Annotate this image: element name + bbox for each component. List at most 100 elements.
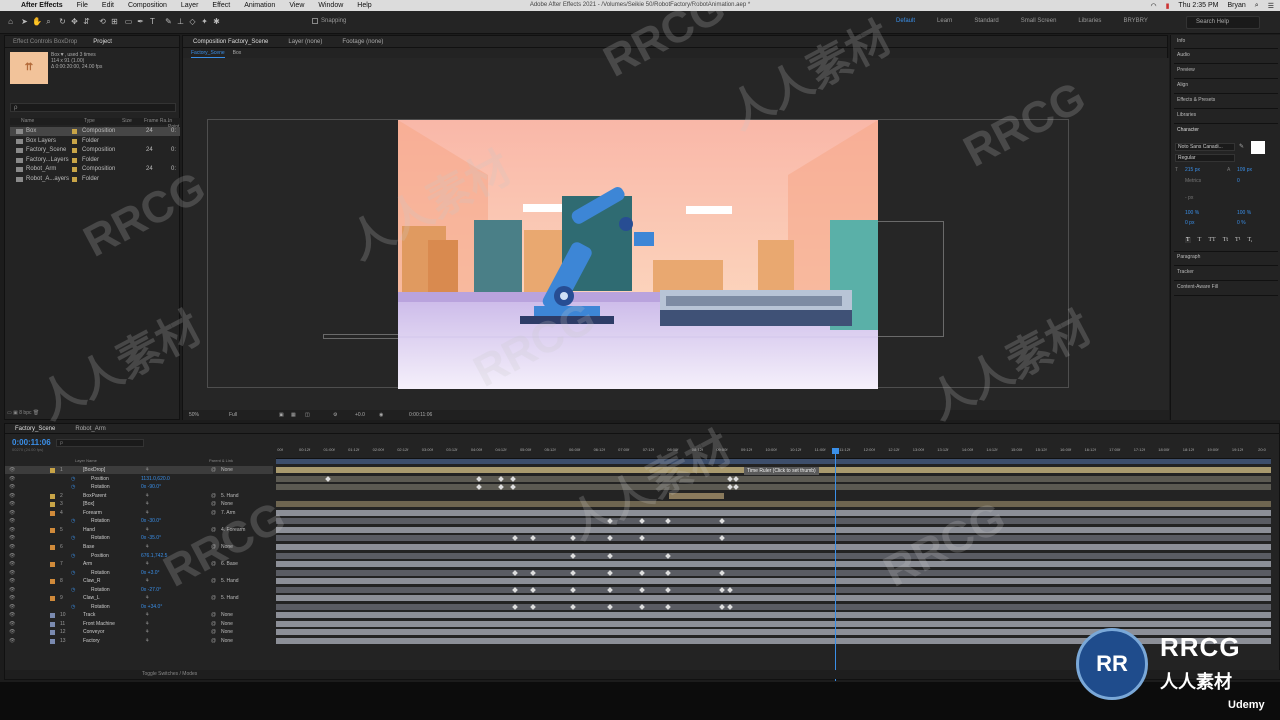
stopwatch-icon[interactable]: ◷ (71, 552, 75, 560)
dolly-tool-icon[interactable]: ⇵ (82, 17, 91, 27)
visibility-icon[interactable]: 👁 (9, 603, 15, 611)
parent-select[interactable]: None (221, 466, 233, 474)
track-row[interactable] (276, 517, 1271, 525)
shy-switch-icon[interactable]: ⚘ (145, 500, 149, 508)
workspace-brybry[interactable]: BRYBRY (1123, 18, 1147, 24)
parent-select[interactable]: None (221, 611, 233, 619)
property-value[interactable]: 0x -35.0° (141, 534, 161, 542)
property-row[interactable]: 👁 ◷ Rotation 0x +3.0° (5, 569, 273, 577)
shy-switch-icon[interactable]: ⚘ (145, 509, 149, 517)
grid-icon[interactable]: ▦ (291, 410, 296, 420)
layer-name[interactable]: Factory (83, 637, 100, 645)
tracking-value[interactable]: 0 (1237, 178, 1240, 184)
layer-name[interactable]: Conveyor (83, 628, 104, 636)
track-row[interactable] (276, 483, 1271, 491)
project-item[interactable]: Robot_A...ayers Folder (10, 175, 180, 184)
vscale-value[interactable]: 100 % (1185, 210, 1199, 216)
spotlight-icon[interactable]: ⌕ (1255, 2, 1259, 10)
bpc-label[interactable]: 8 bpc (19, 410, 31, 416)
factory-scene-artwork[interactable] (398, 120, 878, 389)
panel-libraries[interactable]: Libraries (1177, 112, 1196, 118)
comp-stage[interactable] (183, 58, 1169, 410)
layer-duration-bar[interactable] (276, 475, 1271, 482)
visibility-icon[interactable]: 👁 (9, 620, 15, 628)
layer-label-color[interactable] (50, 510, 55, 516)
parent-pickwhip-icon[interactable]: @ (211, 611, 216, 619)
user-name[interactable]: Bryan (1228, 2, 1246, 9)
roto-tool-icon[interactable]: ✦ (200, 17, 209, 27)
parent-pickwhip-icon[interactable]: @ (211, 560, 216, 568)
panel-info[interactable]: Info (1177, 38, 1185, 44)
visibility-icon[interactable]: 👁 (9, 560, 15, 568)
parent-pickwhip-icon[interactable]: @ (211, 492, 216, 500)
shy-switch-icon[interactable]: ⚘ (145, 543, 149, 551)
track-row[interactable] (276, 569, 1271, 577)
shy-switch-icon[interactable]: ⚘ (145, 466, 149, 474)
visibility-icon[interactable]: 👁 (9, 628, 15, 636)
hand-tool-icon[interactable]: ✋ (32, 17, 42, 27)
layer-duration-bar[interactable] (276, 509, 1271, 516)
search-help-input[interactable]: Search Help (1186, 16, 1260, 29)
workspace-learn[interactable]: Learn (937, 18, 952, 24)
new-comp-icon[interactable]: ▣ (13, 410, 18, 416)
visibility-icon[interactable]: 👁 (9, 552, 15, 560)
layer-row[interactable]: 👁 9 Claw_L ⚘ @5. Hand (5, 594, 273, 602)
property-row[interactable]: 👁 ◷ Position 676.1,742.5 (5, 552, 273, 560)
track-row[interactable] (276, 475, 1271, 483)
parent-pickwhip-icon[interactable]: @ (211, 628, 216, 636)
menu-view[interactable]: View (282, 2, 311, 9)
panel-effects-presets[interactable]: Effects & Presets (1177, 97, 1215, 103)
visibility-icon[interactable]: 👁 (9, 543, 15, 551)
panel-character[interactable]: Character (1177, 127, 1199, 133)
layer-duration-bar[interactable] (669, 492, 724, 499)
current-timecode[interactable]: 0:00:11:06 (12, 438, 51, 447)
panel-paragraph[interactable]: Paragraph (1177, 254, 1200, 260)
layer-label-color[interactable] (50, 562, 55, 568)
parent-pickwhip-icon[interactable]: @ (211, 466, 216, 474)
visibility-icon[interactable]: 👁 (9, 594, 15, 602)
layer-row[interactable]: 👁 5 Hand ⚘ @4. Forearm (5, 526, 273, 534)
parent-select[interactable]: None (221, 500, 233, 508)
col-layer-name[interactable]: Layer Name (75, 457, 97, 465)
layer-duration-bar[interactable] (276, 578, 1271, 585)
faux-italic-button[interactable]: T (1198, 237, 1202, 243)
visibility-icon[interactable]: 👁 (9, 492, 15, 500)
shy-switch-icon[interactable]: ⚘ (145, 637, 149, 645)
shy-switch-icon[interactable]: ⚘ (145, 492, 149, 500)
property-value[interactable]: 0x -90.0° (141, 483, 161, 491)
parent-pickwhip-icon[interactable]: @ (211, 526, 216, 534)
visibility-icon[interactable]: 👁 (9, 475, 15, 483)
layer-duration-bar[interactable] (276, 561, 1271, 568)
layer-name[interactable]: Claw_L (83, 594, 100, 602)
panel-preview[interactable]: Preview (1177, 67, 1195, 73)
layer-duration-bar[interactable] (276, 535, 1271, 542)
parent-pickwhip-icon[interactable]: @ (211, 620, 216, 628)
all-caps-button[interactable]: TT (1208, 237, 1215, 243)
leading-value[interactable]: 109 px (1237, 167, 1252, 173)
layer-duration-bar[interactable] (276, 620, 1271, 627)
puppet-tool-icon[interactable]: ✱ (212, 17, 221, 27)
menu-effect[interactable]: Effect (205, 2, 237, 9)
tab-effect-controls[interactable]: Effect Controls BoxDrop (5, 36, 85, 47)
exposure-value[interactable]: +0.0 (355, 410, 365, 420)
col-parent[interactable]: Parent & Link (209, 457, 233, 465)
layer-name[interactable]: Arm (83, 560, 92, 568)
region-icon[interactable]: ▣ (279, 410, 284, 420)
parent-pickwhip-icon[interactable]: @ (211, 594, 216, 602)
layer-search-input[interactable]: ρ (56, 439, 144, 447)
shy-switch-icon[interactable]: ⚘ (145, 620, 149, 628)
menu-list-icon[interactable]: ☰ (1268, 2, 1274, 10)
parent-pickwhip-icon[interactable]: @ (211, 577, 216, 585)
layer-duration-bar[interactable] (276, 501, 1271, 508)
property-value[interactable]: 676.1,742.5 (141, 552, 167, 560)
visibility-icon[interactable]: 👁 (9, 517, 15, 525)
menu-file[interactable]: File (70, 2, 95, 9)
item-label-color[interactable] (72, 157, 77, 163)
faux-bold-button[interactable]: T (1185, 237, 1191, 243)
property-row[interactable]: 👁 ◷ Rotation 0x -30.0° (5, 517, 273, 525)
parent-select[interactable]: 5. Hand (221, 577, 239, 585)
layer-name[interactable]: Track (83, 611, 95, 619)
track-row[interactable] (276, 594, 1271, 602)
property-row[interactable]: 👁 ◷ Rotation 0x -35.0° (5, 534, 273, 542)
layer-row[interactable]: 👁 10 Track ⚘ @ None (5, 611, 273, 619)
